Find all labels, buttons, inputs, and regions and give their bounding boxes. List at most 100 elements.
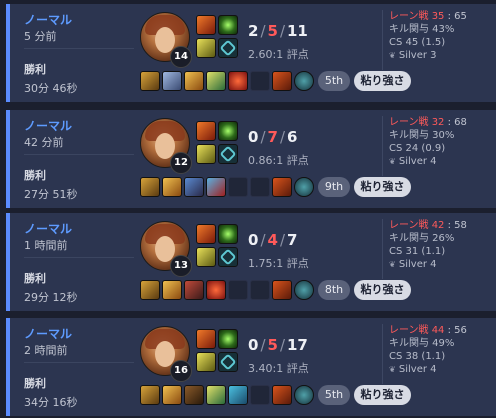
match-card[interactable]: ノーマル 42 分前 勝利 27分 51秒 12 0/7/6 0.86:1 評点… <box>6 110 496 208</box>
item-icon[interactable] <box>228 71 248 91</box>
rune-secondary-icon[interactable] <box>218 144 238 164</box>
champion-level: 13 <box>170 255 192 277</box>
performance-tag: 粘り強さ <box>354 385 411 405</box>
item-icon[interactable] <box>184 71 204 91</box>
match-result: 勝利 <box>24 63 46 76</box>
match-result: 勝利 <box>24 169 46 182</box>
item-icon[interactable] <box>272 71 292 91</box>
item-icon[interactable] <box>272 385 292 405</box>
summoner-spell-flash-icon[interactable] <box>218 224 238 244</box>
kda-score: 0/5/17 <box>248 336 308 354</box>
item-icon[interactable] <box>272 280 292 300</box>
rune-primary-icon[interactable] <box>196 352 216 372</box>
kda-ratio: 1.75:1 評点 <box>248 257 309 270</box>
kda-score: 2/5/11 <box>248 22 308 40</box>
placement-badge: 9th <box>318 177 350 197</box>
item-icon[interactable] <box>184 280 204 300</box>
performance-tag: 粘り強さ <box>354 280 411 300</box>
trinket-icon[interactable] <box>294 385 314 405</box>
match-result: 勝利 <box>24 377 46 390</box>
empty-item-slot <box>250 71 270 91</box>
item-icon[interactable] <box>184 385 204 405</box>
performance-tag: 粘り強さ <box>354 71 411 91</box>
placement-badge: 8th <box>318 280 350 300</box>
champion-level: 14 <box>170 46 192 68</box>
item-icon[interactable] <box>206 177 226 197</box>
placement-badge: 5th <box>318 71 350 91</box>
summoner-spell-ignite-icon[interactable] <box>196 224 216 244</box>
empty-item-slot <box>250 280 270 300</box>
rune-primary-icon[interactable] <box>196 38 216 58</box>
empty-item-slot <box>250 177 270 197</box>
rune-secondary-icon[interactable] <box>218 38 238 58</box>
rune-primary-icon[interactable] <box>196 247 216 267</box>
summoner-spell-flash-icon[interactable] <box>218 329 238 349</box>
kda-score: 0/7/6 <box>248 128 298 146</box>
match-stats: レーン戦 32 : 68 キル関与 30% CS 24 (0.9) ❦ Silv… <box>382 116 494 176</box>
summoner-spell-ignite-icon[interactable] <box>196 121 216 141</box>
item-icon[interactable] <box>162 71 182 91</box>
time-ago: 2 時間前 <box>24 344 68 357</box>
match-stats: レーン戦 35 : 65 キル関与 43% CS 45 (1.5) ❦ Silv… <box>382 10 494 70</box>
time-ago: 1 時間前 <box>24 239 68 252</box>
game-mode: ノーマル <box>24 13 73 27</box>
performance-tag: 粘り強さ <box>354 177 411 197</box>
item-icon[interactable] <box>140 280 160 300</box>
divider <box>24 48 134 49</box>
game-mode: ノーマル <box>24 222 73 236</box>
divider <box>24 154 134 155</box>
divider <box>24 257 134 258</box>
time-ago: 5 分前 <box>24 30 57 43</box>
match-stats: レーン戦 44 : 56 キル関与 49% CS 38 (1.1) ❦ Silv… <box>382 324 494 384</box>
rank-wing-icon: ❦ <box>389 157 396 166</box>
kda-ratio: 2.60:1 評点 <box>248 48 309 61</box>
item-icon[interactable] <box>162 385 182 405</box>
kda-score: 0/4/7 <box>248 231 298 249</box>
item-icon[interactable] <box>272 177 292 197</box>
item-icon[interactable] <box>162 280 182 300</box>
kda-ratio: 0.86:1 評点 <box>248 154 309 167</box>
summoner-spell-flash-icon[interactable] <box>218 121 238 141</box>
item-icon[interactable] <box>162 177 182 197</box>
empty-item-slot <box>228 177 248 197</box>
match-card[interactable]: ノーマル 2 時間前 勝利 34分 16秒 16 0/5/17 3.40:1 評… <box>6 318 496 416</box>
trinket-icon[interactable] <box>294 177 314 197</box>
item-icon[interactable] <box>140 385 160 405</box>
time-ago: 42 分前 <box>24 136 64 149</box>
item-icon[interactable] <box>184 177 204 197</box>
placement-badge: 5th <box>318 385 350 405</box>
rank-wing-icon: ❦ <box>389 260 396 269</box>
match-duration: 29分 12秒 <box>24 291 78 304</box>
match-duration: 27分 51秒 <box>24 188 78 201</box>
match-result: 勝利 <box>24 272 46 285</box>
item-icon[interactable] <box>140 71 160 91</box>
empty-item-slot <box>228 280 248 300</box>
trinket-icon[interactable] <box>294 280 314 300</box>
item-icon[interactable] <box>206 280 226 300</box>
trinket-icon[interactable] <box>294 71 314 91</box>
summoner-spell-ignite-icon[interactable] <box>196 329 216 349</box>
item-icon[interactable] <box>206 385 226 405</box>
summoner-spell-flash-icon[interactable] <box>218 15 238 35</box>
game-mode: ノーマル <box>24 327 73 341</box>
match-duration: 34分 16秒 <box>24 396 78 409</box>
rank-wing-icon: ❦ <box>389 365 396 374</box>
champion-level: 16 <box>170 360 192 382</box>
summoner-spell-ignite-icon[interactable] <box>196 15 216 35</box>
rune-secondary-icon[interactable] <box>218 352 238 372</box>
kda-ratio: 3.40:1 評点 <box>248 362 309 375</box>
match-card[interactable]: ノーマル 1 時間前 勝利 29分 12秒 13 0/4/7 1.75:1 評点… <box>6 213 496 311</box>
match-duration: 30分 46秒 <box>24 82 78 95</box>
item-icon[interactable] <box>228 385 248 405</box>
divider <box>24 362 134 363</box>
empty-item-slot <box>250 385 270 405</box>
rune-secondary-icon[interactable] <box>218 247 238 267</box>
item-icon[interactable] <box>140 177 160 197</box>
rank-wing-icon: ❦ <box>389 51 396 60</box>
game-mode: ノーマル <box>24 119 73 133</box>
item-icon[interactable] <box>206 71 226 91</box>
champion-level: 12 <box>170 152 192 174</box>
match-card[interactable]: ノーマル 5 分前 勝利 30分 46秒 14 2/5/11 2.60:1 評点… <box>6 4 496 102</box>
match-stats: レーン戦 42 : 58 キル関与 26% CS 31 (1.1) ❦ Silv… <box>382 219 494 279</box>
rune-primary-icon[interactable] <box>196 144 216 164</box>
